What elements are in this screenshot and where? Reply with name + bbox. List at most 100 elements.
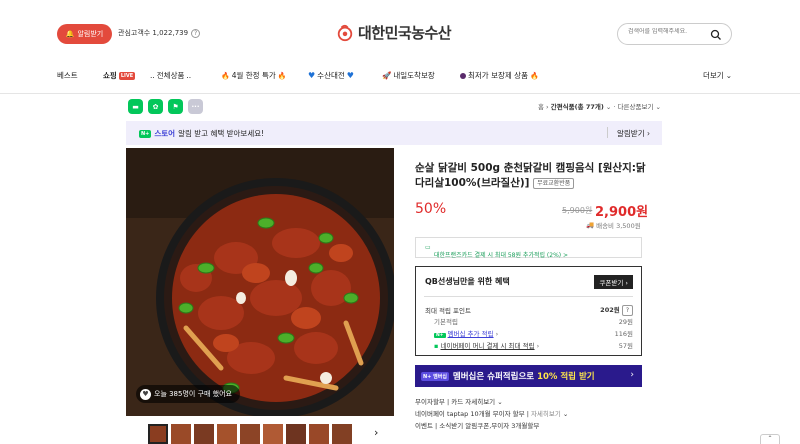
heart-icon: ♥ — [308, 71, 316, 80]
npay-point-value: 57원 — [618, 342, 633, 350]
notify-button[interactable]: 🔔 알림받기 — [57, 24, 112, 44]
crumb-other[interactable]: 다른상품보기 — [618, 103, 654, 111]
category-nav: 베스트 쇼핑 LIVE .. 전체상품 .. 🔥 4월 한정 특가 🔥 ♥ 수산… — [0, 62, 800, 94]
installment-row: 무이자할부 | 카드 자세히보기 ⌄ — [415, 398, 503, 406]
nav-seafood[interactable]: ♥ 수산대전 ♥ — [308, 70, 354, 81]
membership-text: 멤버십은 슈퍼적립으로 10% 적립 받기 — [453, 370, 595, 382]
alarm-button[interactable]: 알림받기 › — [617, 128, 650, 139]
heart-icon: ♥ — [140, 388, 151, 400]
search-icon[interactable] — [710, 29, 722, 41]
installment-detail-link[interactable]: 카드 자세히보기 — [451, 398, 495, 406]
help-icon[interactable]: ? — [191, 28, 201, 38]
chevron-right-icon: › — [630, 370, 634, 380]
crumb-category[interactable]: 간편식품(총 77개) — [551, 103, 604, 111]
benefit-title: QB선생님만을 위한 혜택 — [425, 277, 510, 286]
discount-rate: 50% — [415, 201, 447, 217]
share-row: ▬ ✿ ⚑ ··· — [128, 99, 203, 114]
max-point-label: 최대 적립 포인트 — [425, 306, 471, 315]
store-alert-banner: N+ 스토어 알림 받고 혜택 받아보세요! 알림받기 › — [126, 121, 662, 145]
nav-lowest-label: 최저가 보장제 상품 — [468, 71, 528, 80]
thumbnail[interactable] — [263, 424, 283, 444]
taptap-label: 네이버페이 taptap 10개월 무이자 할부 — [415, 410, 525, 418]
coupon-button[interactable]: 쿠폰받기 › — [594, 275, 633, 289]
membership-text-pre: 멤버십은 슈퍼적립으로 — [452, 372, 535, 382]
nav-lowest[interactable]: 최저가 보장제 상품 🔥 — [460, 70, 539, 81]
store-name: 대한민국농수산 — [358, 24, 452, 42]
logo-mark-icon — [337, 24, 353, 41]
shipping-fee-text: 배송비 3,500원 — [596, 222, 641, 230]
max-point-value: 202원 — [600, 306, 620, 314]
membership-text-em: 10% 적립 받기 — [537, 372, 595, 382]
npay-point-label-wrap: ▪ 네이버페이 머니 결제 시 최대 적립 › — [434, 342, 540, 350]
membership-badge: N+ 멤버십 — [421, 371, 449, 381]
nav-all-label: 전체상품 — [156, 71, 185, 80]
naver-talk-icon[interactable]: ▬ — [128, 99, 143, 114]
card-promo-banner[interactable]: ▭ 대한프랜즈카드 결제 시 최대 58원 추가적립 (2%) > — [415, 237, 642, 259]
search-box[interactable] — [617, 23, 732, 45]
naver-blog-icon[interactable]: ✿ — [148, 99, 163, 114]
more-share-icon[interactable]: ··· — [188, 99, 203, 114]
thumbnail[interactable] — [286, 424, 306, 444]
bookmark-icon[interactable]: ⚑ — [168, 99, 183, 114]
free-return-badge: 무료교환반품 — [533, 177, 575, 189]
scroll-top-button[interactable]: ⌃ — [760, 434, 780, 444]
shipping-fee: 🚚 배송비 3,500원 — [586, 220, 641, 230]
search-input[interactable] — [628, 28, 708, 35]
product-image[interactable]: ♥ 오늘 385명이 구매 했어요 — [126, 148, 394, 416]
thumbnail[interactable] — [309, 424, 329, 444]
purchase-count-text: 오늘 385명이 구매 했어요 — [154, 390, 232, 398]
chevron-down-icon: ⌄ — [725, 71, 732, 80]
product-title: 순살 닭갈비 500g 춘천닭갈비 캠핑음식 [원산지:닭다리살100%(브라질… — [415, 161, 650, 191]
truck-icon: 🚚 — [586, 221, 595, 229]
nav-limited[interactable]: 🔥 4월 한정 특가 🔥 — [221, 70, 286, 81]
nav-best-label: 베스트 — [57, 71, 78, 80]
store-logo[interactable]: 대한민국농수산 — [336, 22, 452, 43]
alarm-label: 알림받기 — [617, 129, 645, 138]
event-text: 소식받기 알림쿠폰,무이자 3개월할부 — [439, 422, 540, 430]
nav-all-products[interactable]: .. 전체상품 .. — [150, 70, 191, 81]
original-price: 5,900원 — [562, 206, 593, 215]
fav-label: 관심고객수 1,022,739 — [118, 29, 189, 37]
thumbnail[interactable] — [217, 424, 237, 444]
thumbnail[interactable] — [148, 424, 168, 444]
max-point-row: 최대 적립 포인트 202원 ? — [425, 304, 633, 316]
base-point-value: 29원 — [618, 318, 633, 326]
naver-plus-badge: N+ — [434, 333, 446, 338]
nav-more[interactable]: 더보기 ⌄ — [703, 70, 732, 81]
npay-point-link[interactable]: 네이버페이 머니 결제 시 최대 적립 — [440, 342, 534, 350]
installment-label: 무이자할부 — [415, 398, 445, 406]
event-row: 이벤트 | 소식받기 알림쿠폰,무이자 3개월할부 — [415, 422, 540, 430]
chevron-right-icon[interactable]: › — [374, 426, 378, 439]
thumbnail[interactable] — [240, 424, 260, 444]
thumbnail[interactable] — [171, 424, 191, 444]
member-point-link[interactable]: 멤버십 추가 적립 — [448, 330, 494, 338]
base-point-label: 기본적립 — [434, 318, 458, 326]
member-point-value: 116원 — [614, 330, 633, 338]
taptap-row: 네이버페이 taptap 10개월 무이자 할부 | 자세히보기 ⌄ — [415, 410, 569, 418]
store-alert-text: N+ 스토어 알림 받고 혜택 받아보세요! — [139, 128, 264, 139]
dots-icon: .. — [186, 71, 192, 80]
crumb-home[interactable]: 홈 — [538, 103, 544, 111]
member-point-row: N+ 멤버십 추가 적립 › 116원 — [434, 328, 633, 338]
nav-seafood-label: 수산대전 — [317, 71, 345, 80]
dakgalbi-pan-image — [126, 148, 394, 416]
thumbnail[interactable] — [194, 424, 214, 444]
benefit-box: QB선생님만을 위한 혜택 쿠폰받기 › 최대 적립 포인트 202원 ? 기본… — [415, 266, 642, 356]
nav-limited-label: 4월 한정 특가 — [231, 71, 276, 80]
nav-best[interactable]: 베스트 — [57, 70, 78, 81]
membership-banner[interactable]: N+ 멤버십 멤버십은 슈퍼적립으로 10% 적립 받기 › — [415, 365, 642, 387]
taptap-detail-link[interactable]: 자세히보기 — [531, 410, 561, 418]
npay-point-row: ▪ 네이버페이 머니 결제 시 최대 적립 › 57원 — [434, 340, 633, 350]
nav-more-label: 더보기 — [703, 71, 724, 80]
sale-price: 2,900원 — [595, 205, 649, 220]
coupon-label: 쿠폰받기 — [599, 279, 624, 287]
help-icon[interactable]: ? — [621, 304, 633, 316]
nav-shopping-live[interactable]: 쇼핑 LIVE — [103, 70, 136, 81]
product-title-text: 순살 닭갈비 500g 춘천닭갈비 캠핑음식 [원산지:닭다리살100%(브라질… — [415, 162, 646, 189]
thumbnail[interactable] — [332, 424, 352, 444]
nav-tomorrow[interactable]: 🚀 내일도착보장 — [382, 70, 435, 81]
naver-plus-badge: N+ — [139, 129, 152, 138]
card-promo-label: 대한프랜즈카드 결제 시 최대 58원 추가적립 (2%) > — [434, 252, 569, 259]
purchase-count-badge: ♥ 오늘 385명이 구매 했어요 — [136, 385, 240, 403]
breadcrumb: 홈 › 간편식품(총 77개) ⌄ · 다른상품보기 ⌄ — [538, 103, 661, 111]
